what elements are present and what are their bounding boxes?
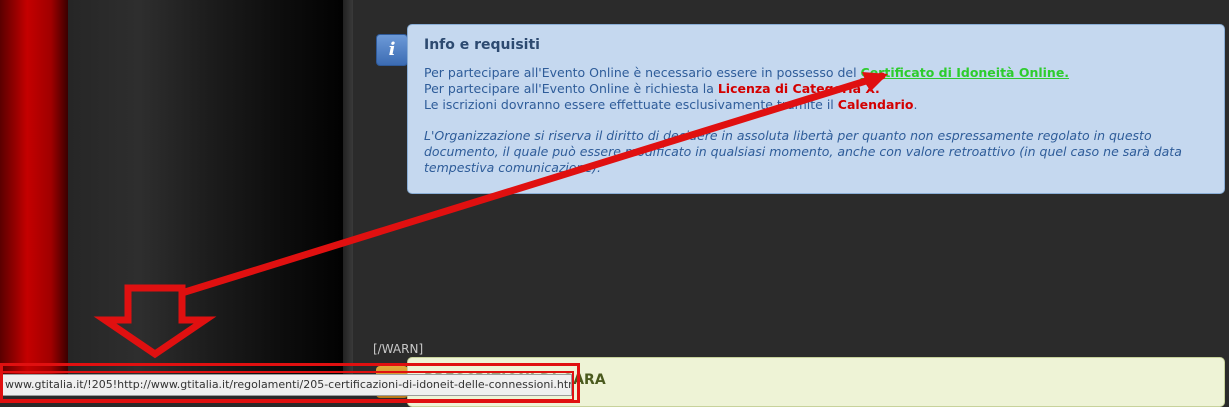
annotation-arrow-line [181, 72, 886, 296]
annotation-overlay [93, 72, 888, 359]
annotation-down-arrow-icon [93, 284, 217, 359]
